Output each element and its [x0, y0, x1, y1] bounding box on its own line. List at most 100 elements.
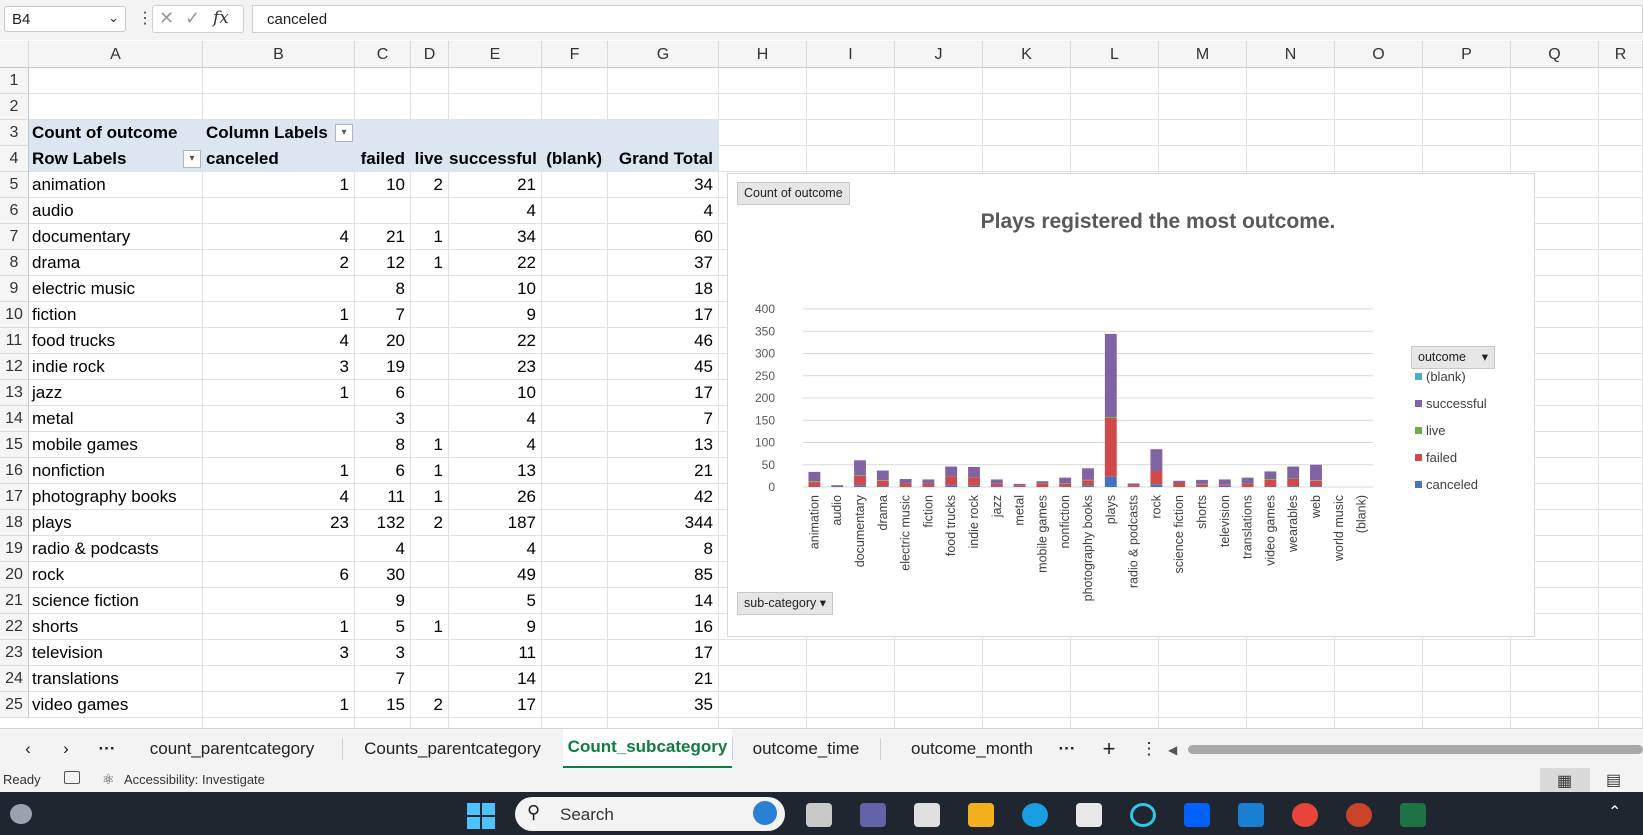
- pivot-cell-failed[interactable]: 3: [355, 640, 411, 666]
- pivot-cell-successful[interactable]: 9: [449, 302, 542, 328]
- excel-icon[interactable]: [1400, 803, 1426, 827]
- pivot-cell-failed[interactable]: 10: [355, 172, 411, 198]
- pivot-cell-failed[interactable]: 19: [355, 354, 411, 380]
- pivot-cell-successful[interactable]: 13: [449, 458, 542, 484]
- column-header[interactable]: N: [1247, 41, 1335, 68]
- pivot-cell-total[interactable]: 18: [608, 276, 719, 302]
- row-header[interactable]: 19: [0, 536, 29, 562]
- row-header[interactable]: 5: [0, 172, 29, 198]
- normal-view-button[interactable]: ▦: [1540, 768, 1590, 792]
- taskbar-search[interactable]: ⚲ Search: [515, 797, 785, 831]
- pivot-cell-label[interactable]: translations: [29, 666, 203, 692]
- pivot-cell-live[interactable]: [411, 276, 449, 302]
- pivot-cell-canceled[interactable]: 1: [203, 458, 355, 484]
- row-header[interactable]: 23: [0, 640, 29, 666]
- pivot-cell-total[interactable]: 344: [608, 510, 719, 536]
- column-header[interactable]: M: [1159, 41, 1247, 68]
- chrome-icon[interactable]: [1292, 803, 1318, 827]
- select-all-corner[interactable]: [0, 41, 29, 68]
- myhp-icon[interactable]: [1238, 803, 1264, 827]
- pivot-cell-live[interactable]: 1: [411, 458, 449, 484]
- column-header[interactable]: F: [542, 41, 608, 68]
- more-tabs-icon[interactable]: ···: [92, 729, 122, 769]
- edge-icon[interactable]: [1022, 803, 1048, 827]
- pivot-cell-successful[interactable]: 4: [449, 198, 542, 224]
- pivot-cell-failed[interactable]: 8: [355, 276, 411, 302]
- pivot-cell-live[interactable]: [411, 640, 449, 666]
- pivot-cell-total[interactable]: 14: [608, 588, 719, 614]
- pivot-cell-live[interactable]: [411, 406, 449, 432]
- hscroll-left-icon[interactable]: ◀: [1168, 743, 1177, 757]
- pivot-cell-total[interactable]: 17: [608, 640, 719, 666]
- more-options-icon[interactable]: ⋮: [137, 8, 153, 28]
- pivot-cell-failed[interactable]: 30: [355, 562, 411, 588]
- pivot-cell-failed[interactable]: 6: [355, 458, 411, 484]
- pivot-cell-successful[interactable]: 4: [449, 536, 542, 562]
- column-header[interactable]: K: [983, 41, 1071, 68]
- pivot-cell-canceled[interactable]: 4: [203, 484, 355, 510]
- name-box[interactable]: B4 ⌄: [4, 6, 126, 32]
- add-sheet-icon[interactable]: +: [1094, 729, 1124, 769]
- pivot-cell-failed[interactable]: 9: [355, 588, 411, 614]
- pivot-cell-failed[interactable]: 12: [355, 250, 411, 276]
- pivot-cell-failed[interactable]: 8: [355, 432, 411, 458]
- chevron-down-icon[interactable]: ⌄: [108, 10, 119, 26]
- pivot-cell-label[interactable]: electric music: [29, 276, 203, 302]
- sheet-tab[interactable]: Counts_parentcategory: [342, 729, 563, 769]
- pivot-cell-live[interactable]: [411, 198, 449, 224]
- page-layout-icon[interactable]: ▤: [1606, 770, 1621, 790]
- row-filter-icon[interactable]: ▾: [183, 150, 201, 168]
- pivot-cell-canceled[interactable]: 6: [203, 562, 355, 588]
- pivot-cell-live[interactable]: 1: [411, 614, 449, 640]
- tray-chevron-icon[interactable]: ⌃: [1608, 802, 1621, 822]
- weather-icon[interactable]: [10, 804, 32, 824]
- pivot-cell-label[interactable]: indie rock: [29, 354, 203, 380]
- row-header[interactable]: 3: [0, 120, 29, 146]
- pivot-cell-total[interactable]: 60: [608, 224, 719, 250]
- pivot-cell-total[interactable]: 21: [608, 458, 719, 484]
- row-header[interactable]: 10: [0, 302, 29, 328]
- pivot-column-header[interactable]: Grand Total: [608, 146, 719, 172]
- column-header[interactable]: R: [1599, 41, 1643, 68]
- pivot-cell-total[interactable]: 16: [608, 614, 719, 640]
- pivot-cell-label[interactable]: drama: [29, 250, 203, 276]
- pivot-cell-successful[interactable]: 4: [449, 432, 542, 458]
- pivot-value-label[interactable]: Count of outcome: [29, 120, 203, 146]
- row-header[interactable]: 4: [0, 146, 29, 172]
- cortana-icon[interactable]: [1130, 803, 1156, 827]
- pivot-cell-total[interactable]: 85: [608, 562, 719, 588]
- pivot-cell-canceled[interactable]: 3: [203, 354, 355, 380]
- pivot-cell-canceled[interactable]: 4: [203, 328, 355, 354]
- pivot-cell-canceled[interactable]: 1: [203, 380, 355, 406]
- pivot-cell-failed[interactable]: 7: [355, 666, 411, 692]
- axis-field-button[interactable]: sub-category ▾: [737, 592, 834, 615]
- pivot-column-header[interactable]: live: [411, 146, 449, 172]
- pivot-cell-canceled[interactable]: [203, 432, 355, 458]
- pivot-cell-label[interactable]: television: [29, 640, 203, 666]
- pivot-cell-failed[interactable]: 4: [355, 536, 411, 562]
- column-header[interactable]: G: [608, 41, 719, 68]
- sheet-tab[interactable]: outcome_time: [732, 729, 880, 769]
- dropbox-icon[interactable]: [1184, 803, 1210, 827]
- pivot-cell-label[interactable]: fiction: [29, 302, 203, 328]
- column-header[interactable]: E: [449, 41, 542, 68]
- pivot-cell-failed[interactable]: [355, 198, 411, 224]
- row-header[interactable]: 17: [0, 484, 29, 510]
- column-header[interactable]: D: [411, 41, 449, 68]
- row-labels-header[interactable]: Row Labels: [29, 146, 203, 172]
- pivot-cell-canceled[interactable]: 1: [203, 692, 355, 718]
- more-sheets-icon[interactable]: ···: [1052, 729, 1082, 769]
- pivot-cell-successful[interactable]: 187: [449, 510, 542, 536]
- file-explorer-icon[interactable]: [968, 803, 994, 827]
- start-icon[interactable]: [467, 803, 495, 829]
- pivot-cell-canceled[interactable]: 1: [203, 614, 355, 640]
- pivot-cell-failed[interactable]: 11: [355, 484, 411, 510]
- powerpoint-icon[interactable]: [1346, 803, 1372, 827]
- row-header[interactable]: 14: [0, 406, 29, 432]
- pivot-cell-failed[interactable]: 7: [355, 302, 411, 328]
- pivot-cell-live[interactable]: 1: [411, 224, 449, 250]
- column-header[interactable]: I: [807, 41, 895, 68]
- pivot-cell-failed[interactable]: 21: [355, 224, 411, 250]
- pivot-cell-successful[interactable]: 11: [449, 640, 542, 666]
- pivot-cell-canceled[interactable]: [203, 276, 355, 302]
